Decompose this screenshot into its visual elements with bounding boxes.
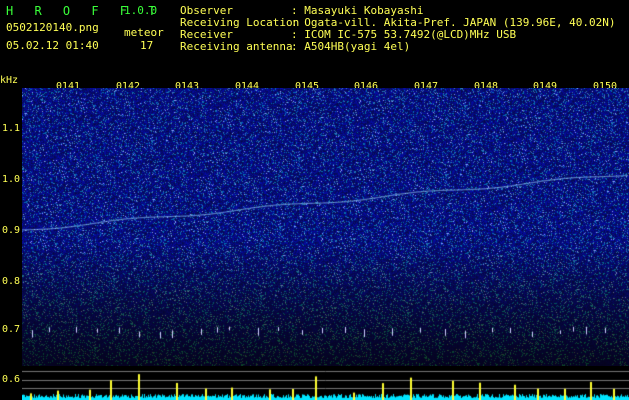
capture-datetime: 05.02.12 01:40 bbox=[6, 39, 99, 52]
freq-label-0-7: 0.7 bbox=[1, 324, 20, 335]
meteor-count: 17 bbox=[140, 39, 154, 52]
app-version: 1.0.0 bbox=[124, 4, 158, 17]
meteor-label: meteor bbox=[124, 26, 164, 39]
freq-label-1-0: 1.0 bbox=[1, 174, 20, 185]
freq-label-0-8: 0.8 bbox=[1, 276, 20, 287]
freq-label-0-9: 0.9 bbox=[1, 225, 20, 236]
antenna-key: Receiving antenna bbox=[180, 40, 293, 53]
freq-label-1-1: 1.1 bbox=[1, 123, 20, 134]
freq-label-0-6: 0.6 bbox=[1, 374, 20, 385]
spectrogram bbox=[22, 88, 629, 366]
station-info: Observer : Masayuki Kobayashi Receiving … bbox=[180, 5, 616, 53]
frequency-unit-label: kHz bbox=[0, 75, 19, 86]
antenna-row: Receiving antenna : A504HB(yagi 4el) bbox=[180, 41, 616, 53]
antenna-value: : A504HB(yagi 4el) bbox=[291, 40, 411, 53]
image-filename: 0502120140.png bbox=[6, 21, 99, 34]
signal-level-panel bbox=[22, 368, 629, 400]
